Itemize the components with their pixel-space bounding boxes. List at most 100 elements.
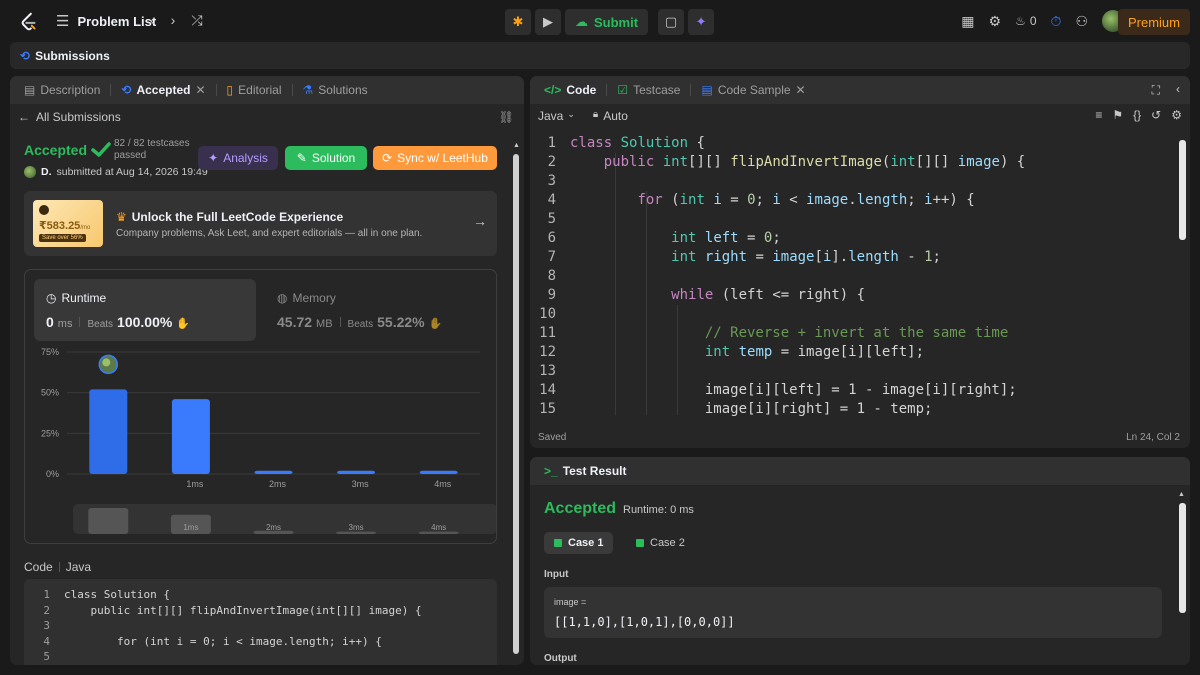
tab-code-sample-label: Code Sample: [717, 83, 791, 97]
chart-bar: [337, 470, 376, 474]
input-label: Input: [544, 569, 569, 580]
shuffle-icon[interactable]: ⤮: [191, 12, 202, 29]
submitted-at: submitted at Aug 14, 2026 19:49: [56, 166, 208, 178]
debug-button[interactable]: ✱: [505, 9, 531, 35]
notes-button[interactable]: ▢: [658, 9, 685, 35]
language-select[interactable]: Java ⌄: [538, 109, 575, 123]
left-panel: ▤ Description ⟲ Accepted ✕ ▯ Editorial ⚗…: [10, 76, 524, 665]
close-icon[interactable]: ✕: [796, 83, 806, 97]
prev-problem-icon[interactable]: ‹: [150, 12, 155, 29]
chart-xtick-label: 4ms: [434, 479, 452, 489]
premium-button[interactable]: Premium: [1117, 9, 1190, 35]
scrollbar-thumb[interactable]: [1179, 503, 1186, 613]
analysis-button[interactable]: ✦ Analysis: [198, 146, 278, 170]
tab-accepted[interactable]: ⟲ Accepted ✕: [115, 76, 211, 104]
streak-button[interactable]: ♨ 0: [1015, 14, 1036, 28]
left-tabs: ▤ Description ⟲ Accepted ✕ ▯ Editorial ⚗…: [10, 76, 524, 104]
more-options-icon[interactable]: ⚙: [1171, 108, 1182, 122]
leetcode-logo-icon[interactable]: [18, 11, 40, 33]
case-2-tab[interactable]: Case 2: [626, 532, 695, 554]
submissions-bar: ⟲ Submissions: [10, 42, 1190, 69]
close-icon[interactable]: ✕: [195, 83, 205, 97]
testcases-passed: 82 / 82 testcases passed: [114, 138, 190, 161]
collapse-icon[interactable]: ‹: [1176, 82, 1180, 96]
runtime-unit: ms: [57, 318, 73, 330]
memory-value: 45.72: [277, 314, 313, 330]
line-number: 11: [539, 325, 556, 341]
premium-label: Premium: [1127, 14, 1180, 30]
input-name: image =: [554, 597, 587, 607]
chart-ytick-label: 25%: [41, 428, 59, 438]
line-number: 4: [547, 192, 556, 208]
scrollbar-thumb[interactable]: [513, 154, 519, 654]
promo-price-card: ₹583.25/mo Save over 56%: [33, 200, 103, 247]
layout-icon[interactable]: ▦: [961, 13, 974, 30]
format-icon[interactable]: ≡: [1095, 108, 1102, 122]
runtime-label: Runtime: [61, 291, 107, 305]
next-problem-icon[interactable]: ›: [171, 12, 176, 29]
braces-icon[interactable]: {}: [1133, 108, 1141, 122]
memory-card[interactable]: ◍ Memory 45.72 MB Beats 55.22% ✋: [265, 279, 487, 341]
top-navbar: ☰ Problem List ‹ › ⤮ ✱ ▶ ☁ Submit ▢ ✦ ▦ …: [0, 0, 1200, 44]
history-icon: ⟲: [121, 83, 132, 97]
solution-button[interactable]: ✎ Solution: [285, 146, 367, 170]
arrow-right-icon[interactable]: →: [473, 213, 487, 229]
memory-beats-value: 55.22%: [377, 314, 425, 330]
sync-leethub-button[interactable]: ⟳ Sync w/ LeetHub: [373, 146, 497, 170]
clock-icon: ◷: [46, 291, 57, 305]
timer-icon[interactable]: ⏱: [1051, 13, 1062, 30]
reset-icon[interactable]: ↺: [1151, 108, 1161, 122]
all-submissions-link[interactable]: ← All Submissions ⛓: [18, 108, 514, 126]
premium-promo-banner[interactable]: ₹583.25/mo Save over 56% ♛ Unlock the Fu…: [24, 191, 497, 256]
add-user-icon[interactable]: ⚇: [1075, 13, 1088, 30]
promo-price-unit: /mo: [80, 225, 91, 231]
tab-solutions-label: Solutions: [318, 83, 368, 97]
tab-solutions[interactable]: ⚗ Solutions: [297, 76, 374, 104]
code-text: class Solution {: [64, 588, 170, 601]
scrollbar-thumb[interactable]: [1179, 140, 1186, 240]
auto-mode[interactable]: 🔒︎ Auto: [593, 109, 628, 123]
chart-xtick-label: 3ms: [352, 479, 370, 489]
tab-code-sample[interactable]: ▤ Code Sample ✕: [695, 76, 811, 104]
tab-description[interactable]: ▤ Description: [18, 76, 106, 104]
promo-save-badge: Save over 56%: [39, 234, 86, 242]
code-preview-line: 1 class Solution {: [24, 587, 497, 603]
code-section-label: Code Java: [24, 560, 91, 574]
code-preview-line: 5: [24, 649, 497, 665]
all-submissions-label: All Submissions: [36, 110, 121, 124]
user-avatar-small: [24, 166, 36, 178]
share-link-icon[interactable]: ⛓: [499, 110, 514, 124]
tab-editorial[interactable]: ▯ Editorial: [221, 76, 288, 104]
bug-icon: ✱: [512, 14, 524, 29]
maximize-icon[interactable]: ⛶: [1152, 83, 1160, 98]
sync-label: Sync w/ LeetHub: [397, 151, 488, 165]
code-lang: Java: [65, 560, 92, 574]
submissions-bar-label: Submissions: [35, 48, 110, 63]
file-icon: ▤: [701, 83, 713, 97]
output-label: Output: [544, 653, 577, 664]
case-1-tab[interactable]: Case 1: [544, 532, 614, 554]
tab-code[interactable]: </> Code: [538, 76, 602, 104]
bookmark-icon[interactable]: ⚑: [1112, 108, 1123, 122]
tab-test-result[interactable]: >_ Test Result: [538, 457, 632, 485]
ai-button[interactable]: ✦: [688, 9, 715, 35]
tab-testcase[interactable]: ☑ Testcase: [611, 76, 686, 104]
runtime-beats-label: Beats: [87, 319, 114, 330]
run-button[interactable]: ▶: [535, 9, 561, 35]
editor-scrollbar[interactable]: [1178, 134, 1186, 424]
chart-xtick-label: 2ms: [269, 479, 287, 489]
promo-title: Unlock the Full LeetCode Experience: [131, 210, 344, 224]
problem-list-label: Problem List: [77, 13, 157, 29]
left-scrollbar[interactable]: ▲: [512, 142, 520, 662]
problem-list-button[interactable]: ☰ Problem List: [56, 12, 156, 30]
leetcode-coin-icon: [39, 205, 49, 215]
tab-testcase-label: Testcase: [633, 83, 681, 97]
submit-button[interactable]: ☁ Submit: [565, 9, 649, 35]
code-editor[interactable]: 1 class Solution { 2 public int[][] flipA…: [530, 134, 1180, 417]
settings-gear-icon[interactable]: ⚙: [989, 13, 1002, 30]
username[interactable]: D.: [41, 166, 52, 178]
memory-beats-label: Beats: [347, 319, 374, 330]
check-icon: [636, 539, 644, 547]
runtime-card[interactable]: ◷ Runtime 0 ms Beats 100.00% ✋: [34, 279, 256, 341]
result-scrollbar[interactable]: ▲: [1178, 491, 1186, 661]
